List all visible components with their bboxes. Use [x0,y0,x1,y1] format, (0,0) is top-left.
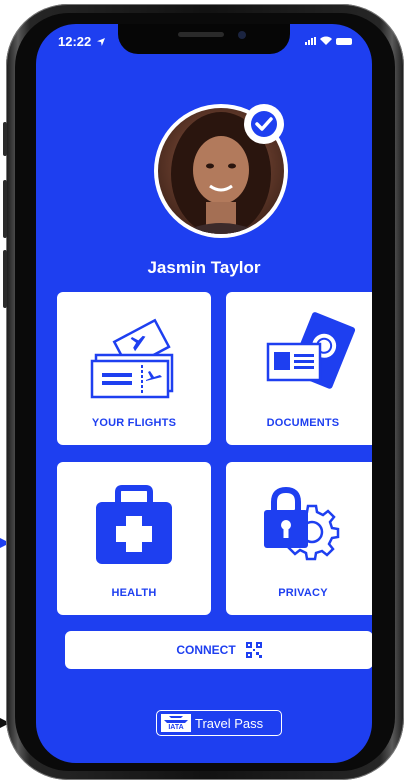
tile-label: YOUR FLIGHTS [91,417,177,429]
phone-notch [118,24,290,54]
medical-kit-icon [57,476,211,576]
location-arrow-icon [96,38,105,46]
tile-label: DOCUMENTS [266,417,340,429]
iata-logo: IATA [161,714,191,732]
phone-side-button [3,250,7,308]
phone-side-button [3,122,7,156]
tile-privacy[interactable]: PRIVACY [226,462,372,615]
status-bar-time: 12:22 [58,34,105,49]
battery-icon [336,38,352,45]
qr-code-icon [245,642,262,658]
status-bar-indicators [305,36,352,45]
tile-label: HEALTH [111,587,157,599]
tile-documents[interactable]: DOCUMENTS [226,292,372,445]
tile-health[interactable]: HEALTH [57,462,211,615]
passport-documents-icon [226,306,372,406]
lock-gear-icon [226,476,372,576]
flight-ticket-icon [57,306,211,406]
tile-your-flights[interactable]: YOUR FLIGHTS [57,292,211,445]
connect-label: CONNECT [176,643,236,657]
front-camera [238,31,246,39]
tile-label: PRIVACY [278,587,328,599]
brand-name: Travel Pass [195,715,264,731]
wifi-icon [320,36,332,45]
connect-button[interactable]: CONNECT [65,631,372,669]
app-screen: 12:22 Jasmin Taylor YOUR FLIGHTS DOCUMEN… [36,24,372,763]
verified-badge [244,104,284,144]
user-name: Jasmin Taylor [147,258,261,277]
checkmark-icon [251,111,277,137]
signal-icon [305,37,316,45]
speaker-grille [178,32,224,37]
phone-side-button [3,180,7,238]
travel-pass-brand: IATA Travel Pass [156,710,282,736]
